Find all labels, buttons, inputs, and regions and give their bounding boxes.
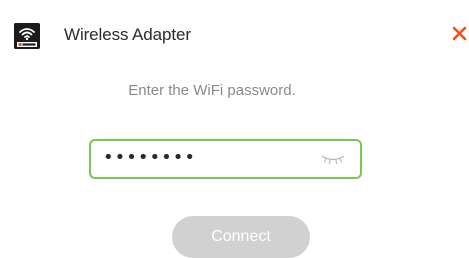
window-title: Wireless Adapter: [64, 25, 191, 44]
password-value[interactable]: ••••••••: [103, 147, 196, 168]
close-button[interactable]: [449, 21, 469, 47]
wifi-adapter-icon: [14, 23, 40, 49]
title-bar: Wireless Adapter: [0, 0, 469, 64]
password-prompt: Enter the WiFi password.: [128, 82, 296, 99]
close-icon: [452, 26, 467, 41]
connect-button[interactable]: Connect: [172, 216, 310, 258]
eye-closed-icon[interactable]: [320, 153, 346, 165]
wireless-adapter-dialog: Wireless Adapter Enter the WiFi password…: [0, 0, 469, 258]
password-field[interactable]: ••••••••: [89, 139, 362, 179]
